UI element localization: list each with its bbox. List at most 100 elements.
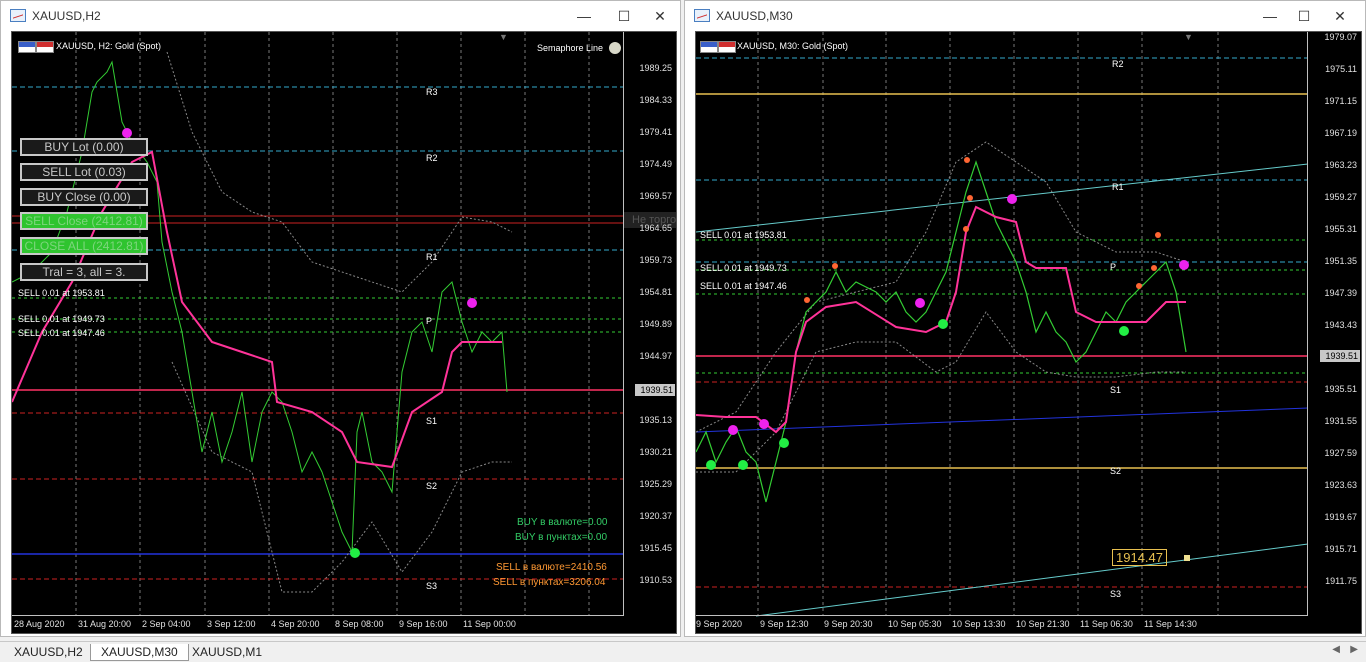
y-tick: 1923.63 bbox=[1324, 480, 1357, 490]
tabs-scroll-left-icon[interactable]: ◀ bbox=[1332, 644, 1340, 655]
signal-dot-sell bbox=[915, 298, 925, 308]
window-titlebar[interactable]: XAUUSD,M30 — ☐ ✕ bbox=[685, 1, 1365, 31]
symbol-flag-icon bbox=[18, 41, 36, 53]
sell-points-stat: SELL в пунктах=3206.04 bbox=[493, 577, 606, 588]
y-tick: 1967.19 bbox=[1324, 128, 1357, 138]
trendline-upper bbox=[696, 163, 1309, 233]
signal-dot-buy bbox=[779, 438, 789, 448]
y-tick: 1927.59 bbox=[1324, 448, 1357, 458]
y-tick: 1951.35 bbox=[1324, 256, 1357, 266]
window-titlebar[interactable]: XAUUSD,H2 — ☐ ✕ bbox=[1, 1, 680, 31]
current-price-tag: 1939.51 bbox=[1320, 350, 1360, 362]
maximize-icon[interactable]: ☐ bbox=[613, 5, 635, 27]
price-axis[interactable]: 1989.25 1984.33 1979.41 1974.49 1969.57 … bbox=[623, 32, 676, 616]
signal-dot-sell bbox=[759, 419, 769, 429]
order-label: SELL 0.01 at 1947.46 bbox=[18, 328, 105, 338]
symbol-flag-icon bbox=[700, 41, 718, 53]
y-tick: 1947.39 bbox=[1324, 288, 1357, 298]
order-marker bbox=[1155, 232, 1161, 238]
chart-window-m30[interactable]: XAUUSD,M30 — ☐ ✕ XAUUSD, M30: Gold (Spot… bbox=[684, 0, 1366, 637]
symbol-flag-icon bbox=[36, 41, 54, 53]
chart-window-h2[interactable]: XAUUSD,H2 — ☐ ✕ XAUUSD, H2: Gold (Spot) … bbox=[0, 0, 681, 637]
x-tick: 8 Sep 08:00 bbox=[335, 619, 384, 629]
y-tick: 1949.89 bbox=[639, 319, 672, 329]
y-tick: 1911.75 bbox=[1325, 576, 1357, 586]
chart-canvas[interactable] bbox=[696, 32, 1361, 633]
y-tick: 1925.29 bbox=[639, 479, 672, 489]
pivot-label: S1 bbox=[1110, 385, 1122, 395]
trendline-lower bbox=[755, 543, 1309, 617]
x-tick: 28 Aug 2020 bbox=[14, 619, 65, 629]
chart-area[interactable]: XAUUSD, M30: Gold (Spot) ▼ R2 R1 P S1 S2… bbox=[695, 31, 1362, 634]
signal-dot-sell bbox=[122, 128, 132, 138]
y-tick: 1920.37 bbox=[639, 511, 672, 521]
tab-xauusd-m30[interactable]: XAUUSD,M30 bbox=[90, 644, 189, 661]
order-label: SELL 0.01 at 1953.81 bbox=[700, 230, 787, 240]
order-label: SELL 0.01 at 1953.81 bbox=[18, 288, 105, 298]
close-icon[interactable]: ✕ bbox=[649, 5, 671, 27]
buy-lot-button[interactable]: BUY Lot (0.00) bbox=[20, 138, 148, 156]
sell-lot-button[interactable]: SELL Lot (0.03) bbox=[20, 163, 148, 181]
signal-dot-buy bbox=[938, 319, 948, 329]
y-tick: 1984.33 bbox=[639, 95, 672, 105]
pivot-label: S2 bbox=[426, 481, 438, 491]
x-tick: 2 Sep 04:00 bbox=[142, 619, 191, 629]
x-tick: 3 Sep 12:00 bbox=[207, 619, 256, 629]
close-icon[interactable]: ✕ bbox=[1329, 5, 1351, 27]
pivot-label: R1 bbox=[426, 252, 438, 262]
pivot-label: S2 bbox=[1110, 466, 1122, 476]
close-all-button[interactable]: CLOSE ALL (2412.81) bbox=[20, 237, 148, 255]
current-price-tag: 1939.51 bbox=[635, 384, 675, 396]
scroll-marker-icon[interactable]: ▼ bbox=[499, 32, 508, 42]
chart-symbol-label: XAUUSD, M30: Gold (Spot) bbox=[737, 41, 849, 51]
y-tick: 1975.11 bbox=[1325, 64, 1357, 74]
signal-dot-sell bbox=[467, 298, 477, 308]
chart-area[interactable]: XAUUSD, H2: Gold (Spot) Semaphore Line ▼… bbox=[11, 31, 677, 634]
order-label: SELL 0.01 at 1949.73 bbox=[700, 263, 787, 273]
y-tick: 1930.21 bbox=[639, 447, 672, 457]
signal-dot-buy bbox=[738, 460, 748, 470]
trendline-value-label[interactable]: 1914.47 bbox=[1112, 549, 1167, 566]
minimize-icon[interactable]: — bbox=[1259, 5, 1281, 27]
y-tick: 1979.41 bbox=[639, 127, 672, 137]
price-axis[interactable]: 1979.07 1975.11 1971.15 1967.19 1963.23 … bbox=[1307, 32, 1361, 616]
sell-close-button[interactable]: SELL Close (2412.81) bbox=[20, 212, 148, 230]
signal-dot-sell bbox=[1179, 260, 1189, 270]
tab-xauusd-m1[interactable]: XAUUSD,M1 bbox=[182, 644, 272, 661]
symbol-flag-icon bbox=[718, 41, 736, 53]
scroll-marker-icon[interactable]: ▼ bbox=[1184, 32, 1193, 42]
time-axis[interactable]: 9 Sep 2020 9 Sep 12:30 9 Sep 20:30 10 Se… bbox=[696, 615, 1308, 633]
signal-dot-buy bbox=[706, 460, 716, 470]
x-tick: 11 Sep 00:00 bbox=[463, 619, 516, 629]
x-tick: 9 Sep 12:30 bbox=[760, 619, 809, 629]
y-tick: 1989.25 bbox=[639, 63, 672, 73]
y-tick: 1959.73 bbox=[639, 255, 672, 265]
buy-close-button[interactable]: BUY Close (0.00) bbox=[20, 188, 148, 206]
pivot-label: S1 bbox=[426, 416, 438, 426]
maximize-icon[interactable]: ☐ bbox=[1293, 5, 1315, 27]
y-tick: 1955.31 bbox=[1324, 224, 1357, 234]
order-label: SELL 0.01 at 1949.73 bbox=[18, 314, 105, 324]
order-marker bbox=[964, 157, 970, 163]
order-marker bbox=[1151, 265, 1157, 271]
pivot-label: R2 bbox=[426, 153, 438, 163]
signal-dot-sell bbox=[1007, 194, 1017, 204]
y-tick: 1915.45 bbox=[639, 543, 672, 553]
y-tick: 1935.13 bbox=[639, 415, 672, 425]
y-tick: 1979.07 bbox=[1324, 32, 1357, 42]
pivot-label: P bbox=[1110, 262, 1117, 272]
window-title: XAUUSD,H2 bbox=[32, 9, 101, 23]
tabs-scroll-right-icon[interactable]: ▶ bbox=[1350, 644, 1358, 655]
y-tick: 1931.55 bbox=[1324, 416, 1357, 426]
time-axis[interactable]: 28 Aug 2020 31 Aug 20:00 2 Sep 04:00 3 S… bbox=[12, 615, 624, 633]
tab-xauusd-h2[interactable]: XAUUSD,H2 bbox=[4, 644, 93, 661]
sell-currency-stat: SELL в валюте=2410.56 bbox=[496, 562, 607, 573]
pivot-label: R2 bbox=[1112, 59, 1124, 69]
x-tick: 10 Sep 13:30 bbox=[952, 619, 1006, 629]
minimize-icon[interactable]: — bbox=[573, 5, 595, 27]
order-marker bbox=[1136, 283, 1142, 289]
x-tick: 11 Sep 06:30 bbox=[1080, 619, 1133, 629]
trailing-button[interactable]: Tral = 3, all = 3. bbox=[20, 263, 148, 281]
price-line bbox=[696, 160, 1187, 503]
trendline-handle bbox=[1184, 555, 1190, 561]
